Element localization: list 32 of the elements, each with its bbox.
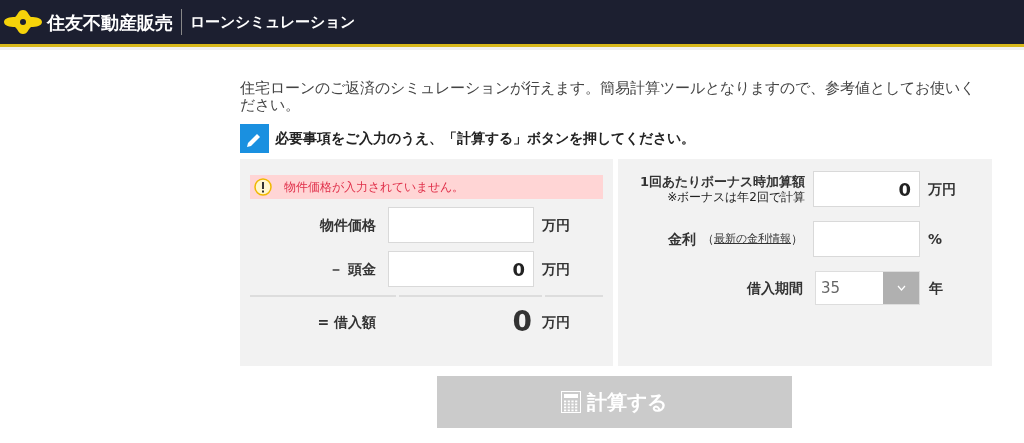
instruction-text: 必要事項をご入力のうえ、「計算する」ボタンを押してください。 — [275, 129, 695, 148]
unit-label: 万円 — [542, 312, 570, 332]
bonus-label: 1回あたりボーナス時加算額 — [639, 174, 805, 190]
rate-info-link[interactable]: 最新の金利情報 — [714, 230, 791, 248]
term-label: 借入期間 — [746, 278, 804, 298]
unit-label: % — [928, 229, 943, 249]
brand-name: 住友不動産販売 — [47, 10, 173, 35]
bonus-note: ※ボーナスは年2回で計算 — [667, 190, 805, 204]
rate-field[interactable] — [813, 221, 920, 257]
term-select[interactable]: 35 — [815, 271, 920, 305]
warning-icon — [254, 178, 272, 196]
unit-label: 年 — [929, 278, 943, 298]
unit-label: 万円 — [542, 215, 570, 235]
loan-amount-value: 0 — [511, 304, 533, 340]
rate-label: 金利 — [668, 229, 696, 249]
amount-field[interactable] — [388, 207, 534, 243]
chevron-down-icon — [896, 285, 906, 291]
error-message: 物件価格が入力されていません。 — [284, 179, 464, 196]
logo-icon — [3, 9, 43, 35]
unit-label: 万円 — [928, 179, 956, 199]
amount-field[interactable]: 0 — [388, 251, 534, 287]
loan-amount-label: = 借入額 — [316, 312, 377, 332]
intro-text: 住宅ローンのご返済のシミュレーションが行えます。簡易計算ツールとなりますので、参考値としてお使いください。 — [240, 80, 976, 114]
pencil-icon — [240, 124, 269, 153]
paren-text: （ — [702, 231, 714, 248]
paren-text: ） — [791, 231, 803, 248]
bonus-field[interactable]: 0 — [813, 171, 920, 207]
calculator-icon — [561, 391, 581, 413]
page-title: ローンシミュレーション — [190, 11, 355, 33]
field-label: － 頭金 — [328, 259, 377, 279]
field-label: 物件価格 — [318, 215, 377, 235]
unit-label: 万円 — [542, 259, 570, 279]
